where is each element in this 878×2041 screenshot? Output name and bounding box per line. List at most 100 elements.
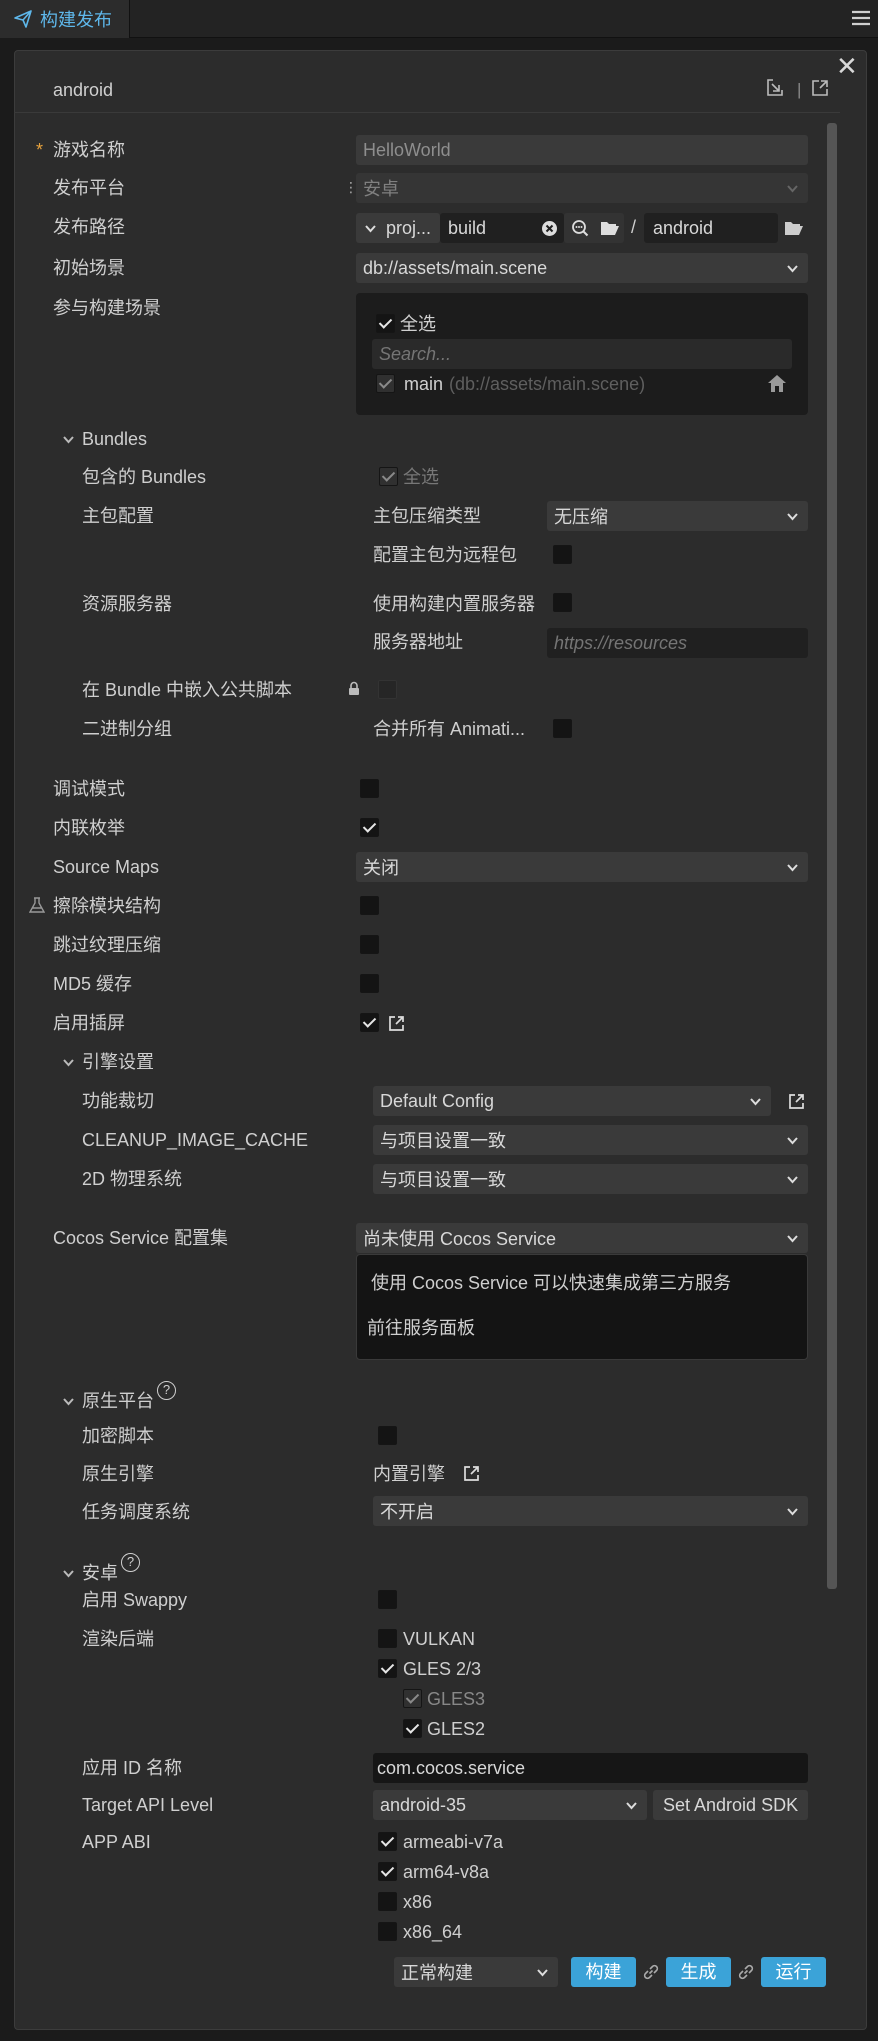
cleanup-cache-select[interactable]: 与项目设置一致: [373, 1125, 808, 1155]
service-info-box: [356, 1254, 808, 1360]
compress-type-select[interactable]: 无压缩: [547, 501, 808, 531]
service-label: Cocos Service 配置集: [53, 1228, 229, 1248]
import-icon[interactable]: [766, 79, 784, 97]
lock-icon: [349, 681, 359, 695]
splash-label: 启用插屏: [53, 1013, 125, 1033]
service-panel-link[interactable]: 前往服务面板: [367, 1317, 475, 1339]
path-prefix-select[interactable]: proj...: [356, 213, 440, 243]
android-header[interactable]: 安卓: [82, 1562, 118, 1584]
gles23-label: GLES 2/3: [403, 1659, 482, 1679]
mangle-checkbox[interactable]: [360, 896, 379, 915]
scene-search-input[interactable]: Search...: [372, 339, 792, 369]
folder-open-icon[interactable]: [784, 220, 804, 236]
md5-checkbox[interactable]: [360, 974, 379, 993]
engine-header[interactable]: 引擎设置: [82, 1051, 154, 1073]
source-maps-select[interactable]: 关闭: [356, 852, 808, 882]
start-scene-select[interactable]: db://assets/main.scene: [356, 253, 808, 283]
abi-x86-64-checkbox[interactable]: [378, 1922, 397, 1941]
start-scene-value: db://assets/main.scene: [363, 257, 548, 278]
path-prefix: proj...: [386, 217, 432, 238]
menu-icon[interactable]: [852, 10, 870, 26]
server-addr-input[interactable]: https://resources: [547, 628, 808, 658]
vulkan-checkbox[interactable]: [378, 1629, 397, 1648]
chevron-down-icon[interactable]: [62, 1056, 75, 1069]
scene-path: (db://assets/main.scene): [449, 374, 646, 394]
app-id-input[interactable]: com.cocos.service: [373, 1753, 808, 1783]
gles23-checkbox[interactable]: [378, 1659, 397, 1678]
feature-cull-select[interactable]: Default Config: [373, 1086, 771, 1116]
select-all-scenes-checkbox[interactable]: [376, 314, 395, 333]
tab-build-publish[interactable]: 构建发布: [0, 0, 130, 38]
chevron-down-icon: [365, 225, 376, 233]
remote-main-label: 配置主包为远程包: [373, 545, 517, 565]
platform-value: 安卓: [363, 179, 399, 199]
external-link-icon[interactable]: [788, 1093, 805, 1110]
native-header[interactable]: 原生平台: [82, 1390, 154, 1412]
splash-checkbox[interactable]: [360, 1013, 379, 1032]
chevron-down-icon[interactable]: [62, 433, 75, 446]
service-value: 尚未使用 Cocos Service: [363, 1229, 557, 1249]
run-button[interactable]: 运行: [761, 1957, 826, 1987]
home-icon[interactable]: [767, 374, 787, 393]
cleanup-cache-value: 与项目设置一致: [380, 1131, 506, 1151]
clear-icon[interactable]: [541, 220, 558, 237]
vulkan-label: VULKAN: [403, 1629, 476, 1649]
tab-title: 构建发布: [40, 10, 112, 30]
export-icon[interactable]: [811, 79, 829, 97]
source-maps-value: 关闭: [363, 858, 399, 878]
scenes-label: 参与构建场景: [53, 298, 161, 318]
scene-main-checkbox[interactable]: [376, 374, 395, 393]
service-select[interactable]: 尚未使用 Cocos Service: [356, 1223, 808, 1253]
target-api-select[interactable]: android-35: [373, 1790, 647, 1820]
physics-2d-select[interactable]: 与项目设置一致: [373, 1164, 808, 1194]
external-link-icon[interactable]: [388, 1015, 405, 1032]
debug-checkbox[interactable]: [360, 779, 379, 798]
game-name-input[interactable]: HelloWorld: [356, 135, 808, 165]
encrypt-script-checkbox[interactable]: [378, 1426, 397, 1445]
folder-open-icon[interactable]: [600, 220, 620, 236]
gles3-checkbox[interactable]: [403, 1689, 422, 1708]
compress-type-label: 主包压缩类型: [373, 506, 481, 526]
path-target-input[interactable]: android: [644, 213, 778, 243]
external-link-icon[interactable]: [463, 1465, 480, 1482]
remote-main-checkbox[interactable]: [553, 545, 572, 564]
encrypt-script-label: 加密脚本: [82, 1426, 154, 1446]
abi-armeabi-checkbox[interactable]: [378, 1832, 397, 1851]
md5-label: MD5 缓存: [53, 974, 133, 994]
included-bundles-checkbox[interactable]: [379, 467, 398, 486]
help-icon[interactable]: ?: [121, 1553, 140, 1572]
panel-header: [14, 68, 840, 113]
feature-cull-label: 功能裁切: [82, 1091, 154, 1111]
platform-select[interactable]: 安卓: [356, 173, 808, 203]
skip-tex-checkbox[interactable]: [360, 935, 379, 954]
merge-anim-checkbox[interactable]: [553, 719, 572, 738]
swappy-checkbox[interactable]: [378, 1590, 397, 1609]
abi-arm64-checkbox[interactable]: [378, 1862, 397, 1881]
chevron-down-icon[interactable]: [62, 1567, 75, 1580]
chevron-down-icon: [787, 1176, 798, 1184]
gles2-checkbox[interactable]: [403, 1719, 422, 1738]
bundles-header[interactable]: Bundles: [82, 428, 147, 450]
build-mode-select[interactable]: 正常构建: [394, 1957, 558, 1987]
embed-script-checkbox[interactable]: [378, 680, 397, 699]
abi-x86-checkbox[interactable]: [378, 1892, 397, 1911]
builtin-server-checkbox[interactable]: [553, 593, 572, 612]
tab-bar: 构建发布: [0, 0, 878, 38]
build-button[interactable]: 构建: [571, 1957, 636, 1987]
main-config-label: 主包配置: [82, 506, 154, 526]
search-icon[interactable]: [571, 219, 589, 237]
job-system-select[interactable]: 不开启: [373, 1496, 808, 1526]
native-engine-label: 原生引擎: [82, 1464, 154, 1484]
feature-cull-value: Default Config: [380, 1090, 495, 1111]
path-label: 发布路径: [53, 217, 125, 237]
app-id-value: com.cocos.service: [377, 1757, 526, 1778]
chevron-down-icon: [787, 864, 798, 872]
help-icon[interactable]: ?: [157, 1381, 176, 1400]
chevron-down-icon[interactable]: [62, 1395, 75, 1408]
job-system-label: 任务调度系统: [82, 1502, 190, 1522]
make-button[interactable]: 生成: [666, 1957, 731, 1987]
scrollbar-thumb[interactable]: [827, 123, 837, 1589]
inline-enum-checkbox[interactable]: [360, 818, 379, 837]
job-system-value: 不开启: [380, 1502, 434, 1522]
set-android-sdk-button[interactable]: Set Android SDK: [653, 1790, 808, 1820]
